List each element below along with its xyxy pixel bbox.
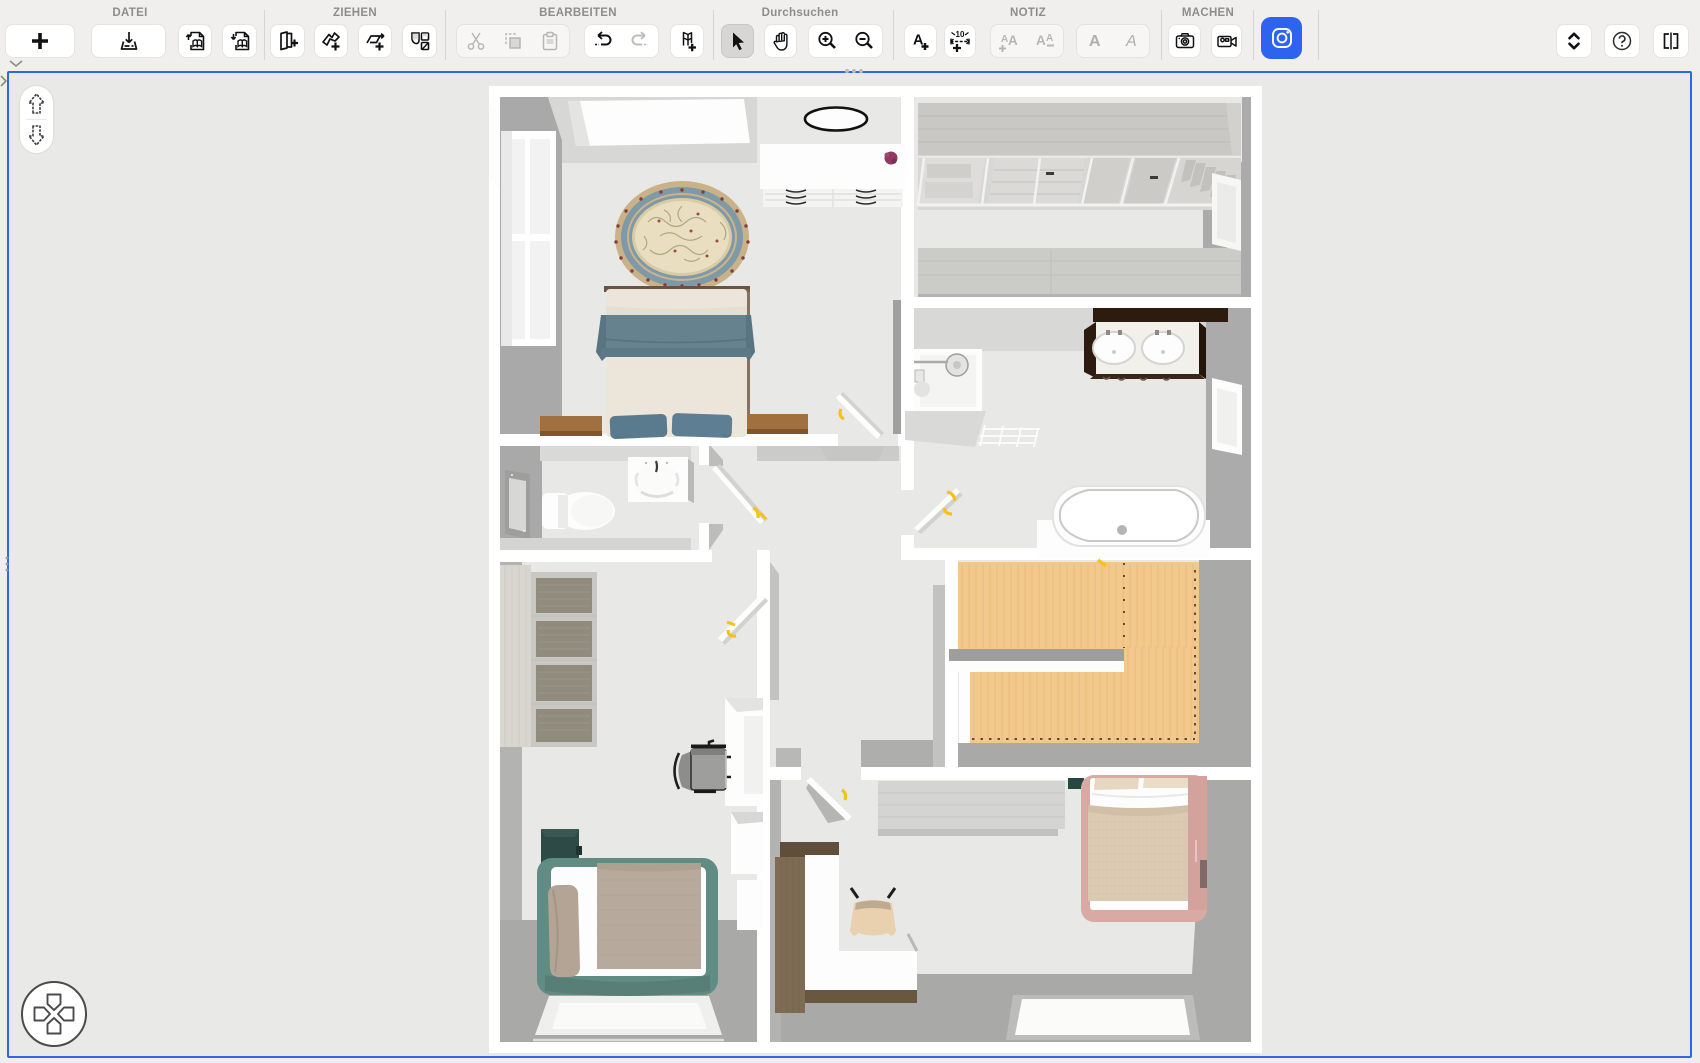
svg-text:A: A: [1046, 33, 1053, 44]
svg-text:A: A: [1036, 33, 1046, 48]
svg-text:10: 10: [956, 30, 965, 39]
svg-text:A: A: [1008, 33, 1018, 48]
svg-text:A: A: [1089, 33, 1101, 50]
svg-text:A: A: [1125, 33, 1137, 50]
